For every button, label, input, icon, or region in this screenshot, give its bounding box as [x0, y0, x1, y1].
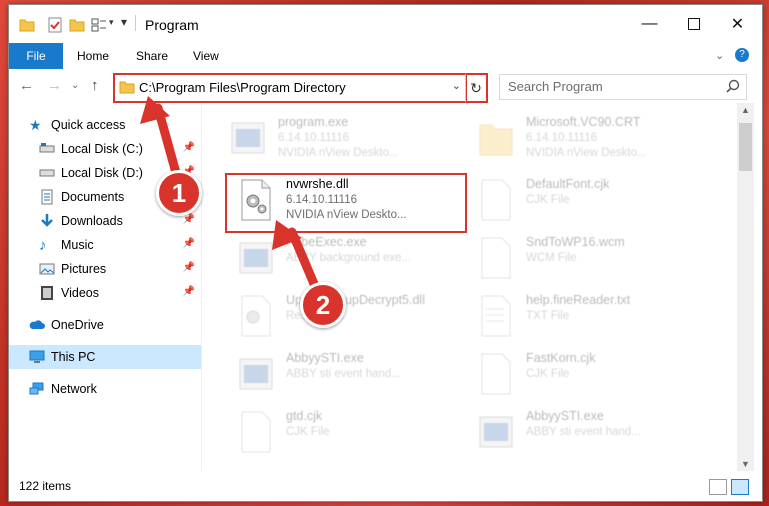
step-2-badge: 2	[300, 282, 346, 328]
annotation-arrows	[140, 96, 325, 303]
arrow-1-shaft	[153, 103, 183, 185]
step-1-badge: 1	[156, 170, 202, 216]
